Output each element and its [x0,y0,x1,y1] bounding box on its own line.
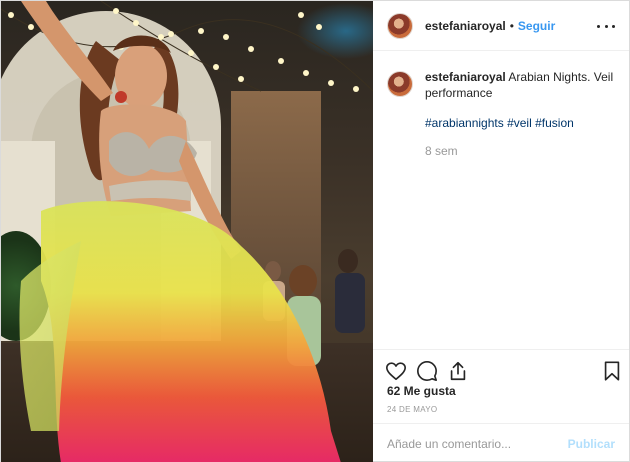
post-details-panel: estefaniaroyal • Seguir estefaniaroyal A… [373,1,629,461]
author-avatar[interactable] [387,12,413,39]
comments-area: estefaniaroyal Arabian Nights. Veil perf… [373,51,629,349]
caption-time[interactable]: 8 sem [425,143,615,159]
caption: estefaniaroyal Arabian Nights. Veil perf… [387,69,615,159]
publish-button[interactable]: Publicar [568,437,615,451]
hashtag-link[interactable]: #arabiannights [425,116,504,130]
caption-username[interactable]: estefaniaroyal [425,70,506,84]
caption-body: estefaniaroyal Arabian Nights. Veil perf… [425,69,615,159]
bookmark-icon[interactable] [601,360,623,382]
hashtag-link[interactable]: #fusion [535,116,574,130]
post-photo[interactable] [1,1,373,462]
caption-avatar[interactable] [387,71,413,97]
likes-count[interactable]: 62 Me gusta [387,384,456,398]
post-date[interactable]: 24 DE MAYO [387,405,437,414]
comment-input[interactable] [387,436,568,451]
share-icon[interactable] [447,360,469,382]
comment-icon[interactable] [416,360,438,382]
more-horizontal-icon[interactable] [597,17,615,35]
add-comment-bar: Publicar [373,423,629,462]
heart-icon[interactable] [385,360,407,382]
hashtag-link[interactable]: #veil [507,116,532,130]
instagram-post: estefaniaroyal • Seguir estefaniaroyal A… [0,0,630,462]
action-bar [373,349,629,389]
photo-dancer [19,1,341,462]
caption-hashtags: #arabiannights #veil #fusion [425,115,615,131]
header-separator: • [509,18,514,33]
author-username[interactable]: estefaniaroyal [425,19,506,33]
post-header: estefaniaroyal • Seguir [373,1,629,51]
follow-button[interactable]: Seguir [518,19,555,33]
